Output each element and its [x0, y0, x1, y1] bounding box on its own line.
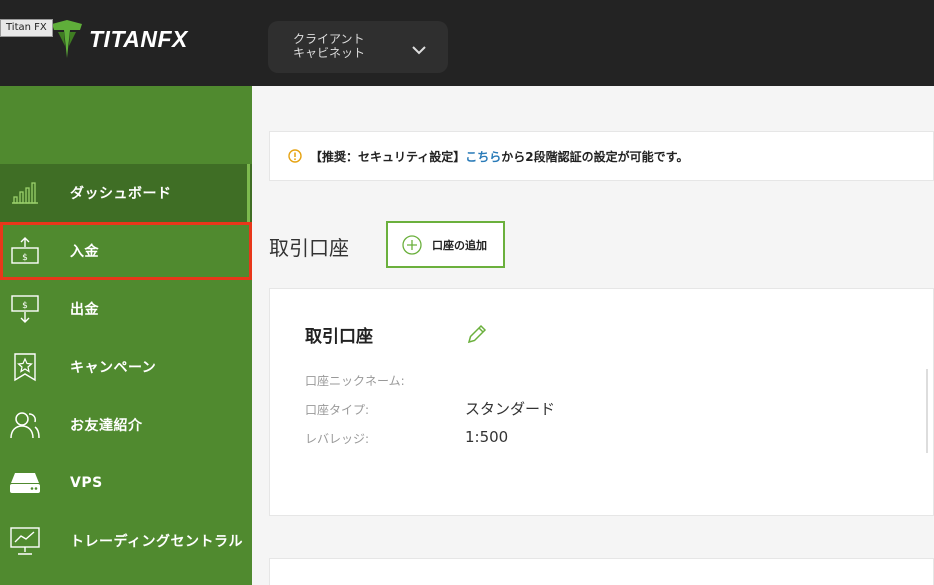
sidebar-item-trading-central[interactable]: トレーディングセントラル	[0, 512, 252, 570]
sidebar-item-referral[interactable]: お友達紹介	[0, 396, 252, 454]
card-divider	[926, 369, 928, 453]
add-account-button[interactable]: 口座の追加	[386, 221, 505, 268]
notice-text-after: から2段階認証の設定が可能です。	[501, 149, 689, 164]
security-notice: 【推奨：セキュリティ設定】 こちら から2段階認証の設定が可能です。	[269, 131, 934, 181]
titanfx-logo[interactable]: TITANFX	[50, 20, 188, 58]
server-icon	[9, 467, 41, 499]
notice-text-before: 【推奨：セキュリティ設定】	[310, 149, 466, 164]
account-card: 取引口座 口座ニックネーム: 口座タイプ: スタンダード レバレッジ: 1:50…	[269, 288, 934, 516]
users-icon	[9, 409, 41, 441]
warning-icon	[288, 149, 302, 163]
section-title: 取引口座	[269, 236, 349, 260]
sidebar-item-dashboard[interactable]: ダッシュボード	[0, 164, 252, 222]
sidebar-item-withdraw[interactable]: $ 出金	[0, 280, 252, 338]
sidebar-item-label: お友達紹介	[70, 418, 143, 434]
sidebar: ダッシュボード $ 入金 $ 出金 キャンペーン お友達紹介 VPS トレーディ…	[0, 86, 252, 585]
star-badge-icon	[9, 351, 41, 383]
sidebar-item-label: 入金	[70, 244, 99, 260]
cabinet-label: クライアント キャビネット	[293, 32, 366, 60]
svg-text:$: $	[22, 253, 28, 263]
sidebar-item-campaign[interactable]: キャンペーン	[0, 338, 252, 396]
titanfx-shield-icon	[52, 20, 82, 58]
field-label-account-type: 口座タイプ:	[305, 403, 370, 417]
field-label-nickname: 口座ニックネーム:	[305, 374, 405, 388]
card-title: 取引口座	[305, 327, 373, 347]
field-value-account-type: スタンダード	[465, 400, 556, 418]
tooltip: Titan FX	[0, 19, 53, 37]
client-cabinet-dropdown[interactable]: クライアント キャビネット	[268, 21, 448, 73]
deposit-icon: $	[9, 235, 41, 267]
plus-circle-icon	[402, 234, 422, 255]
brand-name: TITANFX	[89, 25, 188, 52]
sidebar-item-label: ダッシュボード	[70, 186, 172, 202]
notice-link[interactable]: こちら	[465, 148, 501, 165]
sidebar-item-deposit[interactable]: $ 入金	[0, 222, 252, 280]
field-label-leverage: レバレッジ:	[305, 432, 370, 446]
sidebar-item-vps[interactable]: VPS	[0, 454, 252, 512]
sidebar-item-label: トレーディングセントラル	[70, 534, 244, 550]
sidebar-item-label: キャンペーン	[70, 360, 157, 376]
account-card-2	[269, 558, 934, 585]
sidebar-item-label: VPS	[70, 475, 103, 491]
pencil-icon[interactable]	[466, 323, 488, 345]
top-bar: TITANFX クライアント キャビネット	[0, 0, 934, 86]
sidebar-item-label: 出金	[70, 302, 99, 318]
monitor-chart-icon	[9, 525, 41, 557]
withdraw-icon: $	[9, 293, 41, 325]
chevron-down-icon	[412, 46, 426, 55]
bar-chart-icon	[9, 177, 41, 209]
field-value-leverage: 1:500	[465, 428, 509, 446]
add-account-label: 口座の追加	[432, 238, 487, 252]
svg-text:$: $	[22, 301, 28, 311]
